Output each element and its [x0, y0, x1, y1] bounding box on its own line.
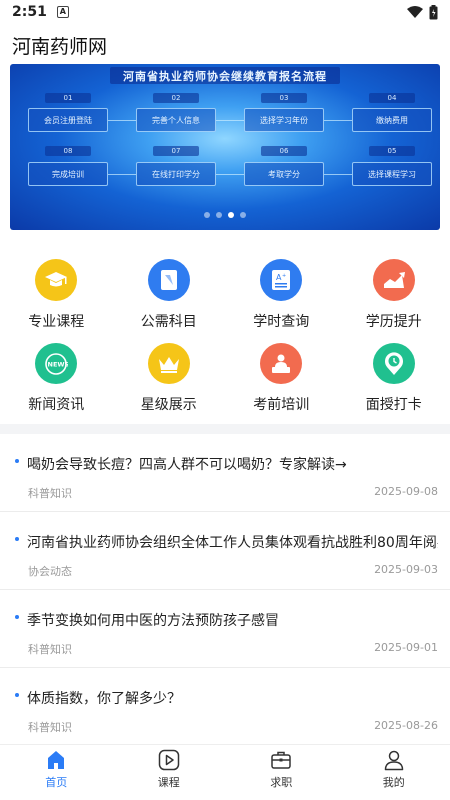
briefcase-icon	[271, 751, 291, 769]
tab-profile[interactable]: 我的	[338, 745, 450, 800]
document-icon	[147, 259, 190, 301]
news-category: 科普知识	[28, 487, 72, 500]
banner-carousel[interactable]: 河南省执业药师协会继续教育报名流程 01 会员注册登陆 02 完善个人信息 03…	[10, 64, 440, 230]
status-bar: 2:51 A	[0, 0, 450, 24]
carousel-indicator	[10, 212, 440, 218]
tab-courses[interactable]: 课程	[113, 745, 226, 800]
news-date: 2025-09-01	[374, 641, 438, 654]
feature-grid: 专业课程 公需科目 A + 学时查询 学历提升 NEWS 新闻资讯 星级展示 考前	[0, 254, 450, 414]
bottom-tab-bar: 首页 课程 求职 我的	[0, 744, 450, 800]
news-title: 喝奶会导致长痘？四高人群不可以喝奶？专家解读→	[27, 457, 347, 473]
grid-item-degree-upgrade[interactable]: 学历提升	[338, 254, 450, 338]
flow-connector	[216, 120, 244, 121]
grid-item-star-showcase[interactable]: 星级展示	[113, 338, 226, 414]
flow-step: 完善个人信息	[136, 108, 216, 132]
flow-step: 选择学习年份	[244, 108, 324, 132]
carousel-dot-active[interactable]	[228, 212, 234, 218]
tab-label: 求职	[270, 776, 293, 789]
carousel-dot[interactable]	[216, 212, 222, 218]
grid-item-news[interactable]: NEWS 新闻资讯	[0, 338, 113, 414]
tab-label: 我的	[382, 776, 405, 789]
news-title: 体质指数，你了解多少？	[27, 691, 181, 707]
grid-item-public-subjects[interactable]: 公需科目	[113, 254, 226, 338]
bullet-dot	[15, 459, 19, 463]
bullet-dot	[15, 537, 19, 541]
grid-item-label: 面授打卡	[365, 397, 422, 413]
app-header: 河南药师网	[0, 28, 450, 62]
user-icon	[384, 750, 403, 771]
flow-connector	[324, 174, 352, 175]
banner-title: 河南省执业药师协会继续教育报名流程	[123, 70, 327, 83]
flow-step-num: 06	[261, 146, 307, 156]
news-category: 协会动态	[28, 565, 72, 578]
flow-step-num: 04	[369, 93, 415, 103]
battery-icon	[429, 4, 438, 19]
flow-step-num: 03	[261, 93, 307, 103]
notification-a-icon: A	[56, 6, 69, 18]
grid-item-label: 学历提升	[365, 314, 422, 330]
flow-step: 在线打印学分	[136, 162, 216, 186]
flow-connector	[216, 174, 244, 175]
news-date: 2025-08-26	[374, 719, 438, 732]
flow-connector	[324, 120, 352, 121]
svg-text:+: +	[282, 273, 286, 279]
lecture-icon	[260, 343, 303, 384]
news-date: 2025-09-08	[374, 485, 438, 498]
wifi-icon	[407, 6, 423, 18]
news-title: 河南省执业药师协会组织全体工作人员集体观看抗战胜利80周年阅兵式	[27, 535, 438, 551]
grid-item-label: 学时查询	[253, 314, 310, 330]
grid-item-label: 公需科目	[140, 314, 197, 330]
flow-step-num: 05	[369, 146, 415, 156]
bullet-dot	[15, 693, 19, 697]
grid-item-label: 新闻资讯	[28, 397, 85, 413]
grid-item-label: 专业课程	[28, 314, 85, 330]
flow-step: 会员注册登陆	[28, 108, 108, 132]
tab-home[interactable]: 首页	[0, 745, 113, 800]
list-item[interactable]: 河南省执业药师协会组织全体工作人员集体观看抗战胜利80周年阅兵式 协会动态 20…	[0, 512, 450, 590]
flow-step-num: 02	[153, 93, 199, 103]
flow-step-num: 07	[153, 146, 199, 156]
list-item[interactable]: 季节变换如何用中医的方法预防孩子感冒 科普知识 2025-09-01	[0, 590, 450, 668]
flow-connector	[108, 174, 136, 175]
rising-chart-icon	[372, 259, 415, 301]
list-item[interactable]: 体质指数，你了解多少？ 科普知识 2025-08-26	[0, 668, 450, 746]
svg-text:NEWS: NEWS	[48, 360, 69, 368]
search-doc-icon: A +	[260, 259, 303, 301]
list-item[interactable]: 喝奶会导致长痘？四高人群不可以喝奶？专家解读→ 科普知识 2025-09-08	[0, 434, 450, 512]
status-time: 2:51	[12, 4, 47, 20]
flow-step: 考取学分	[244, 162, 324, 186]
bullet-dot	[15, 615, 19, 619]
graduation-cap-icon	[35, 259, 78, 301]
section-divider	[0, 424, 450, 434]
play-icon	[158, 749, 179, 771]
carousel-dot[interactable]	[240, 212, 246, 218]
flow-connector	[108, 120, 136, 121]
grid-item-pre-exam-training[interactable]: 考前培训	[225, 338, 338, 414]
tab-label: 课程	[157, 776, 180, 789]
home-icon	[48, 751, 65, 769]
news-category: 科普知识	[28, 643, 72, 656]
flow-step: 完成培训	[28, 162, 108, 186]
tab-label: 首页	[45, 776, 68, 789]
grid-item-professional-courses[interactable]: 专业课程	[0, 254, 113, 338]
flow-step-num: 01	[45, 93, 91, 103]
news-list: 喝奶会导致长痘？四高人群不可以喝奶？专家解读→ 科普知识 2025-09-08 …	[0, 434, 450, 746]
grid-item-label: 星级展示	[140, 397, 197, 413]
grid-item-hours-query[interactable]: A + 学时查询	[225, 254, 338, 338]
crown-icon	[147, 343, 190, 384]
clock-pin-icon	[372, 343, 415, 384]
carousel-dot[interactable]	[204, 212, 210, 218]
flow-step: 缴纳费用	[352, 108, 432, 132]
news-title: 季节变换如何用中医的方法预防孩子感冒	[27, 613, 279, 629]
flow-step: 选择课程学习	[352, 162, 432, 186]
tab-jobs[interactable]: 求职	[225, 745, 338, 800]
news-category: 科普知识	[28, 721, 72, 734]
flow-step-num: 08	[45, 146, 91, 156]
news-date: 2025-09-03	[374, 563, 438, 576]
page-title: 河南药师网	[12, 35, 108, 58]
news-globe-icon: NEWS	[35, 343, 78, 384]
grid-item-label: 考前培训	[253, 397, 310, 413]
grid-item-face-checkin[interactable]: 面授打卡	[338, 338, 450, 414]
